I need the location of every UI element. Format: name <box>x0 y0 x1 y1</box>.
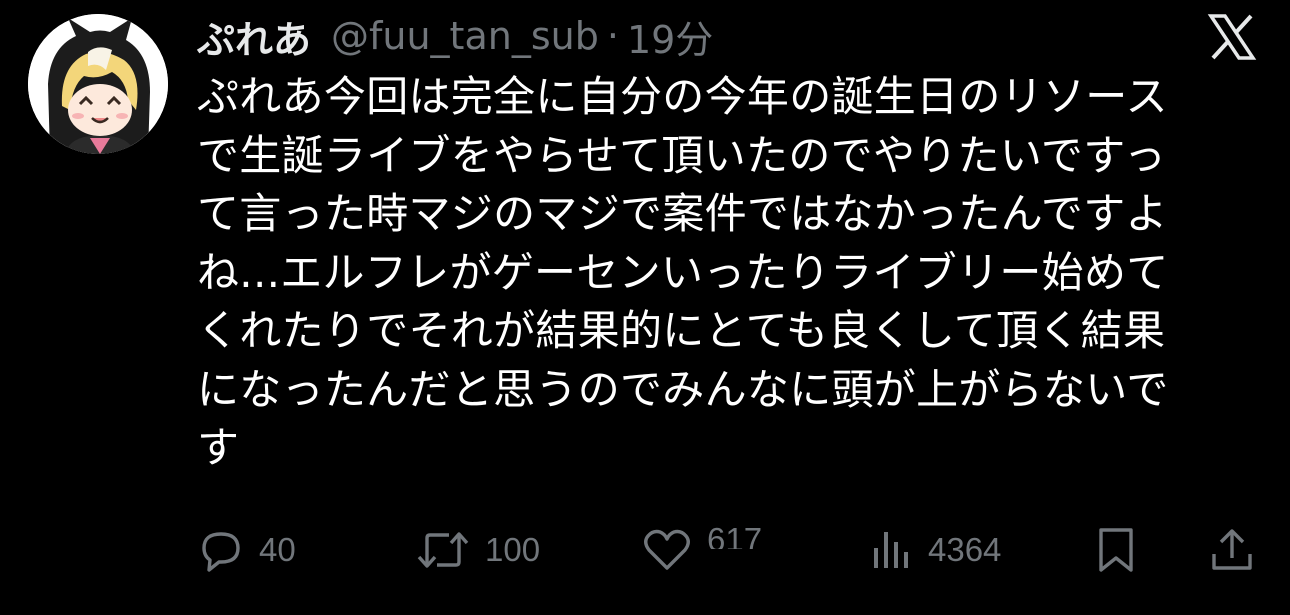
views-icon <box>870 526 914 574</box>
repost-count: 100 <box>485 531 541 568</box>
like-count: 617 <box>707 523 763 549</box>
tweet-text-line: ぷれあ今回は完全に自分の今年の誕生日のリソース <box>197 72 1168 121</box>
share-button[interactable] <box>1208 520 1256 580</box>
tweet-header: ぷれあ @fuu_tan_sub · 19分 <box>197 6 713 66</box>
tweet-text-line: て言った時マジのマジで案件ではなかったんですよ <box>197 189 1168 238</box>
tweet-text-line: になったんだと思うのでみんなに頭が上がらないで <box>197 364 1169 414</box>
views-count: 4364 <box>928 531 1002 568</box>
action-bar: 40 100 617 4364 <box>0 520 1290 580</box>
repost-button[interactable]: 100 <box>415 520 540 580</box>
like-button[interactable]: 617 <box>641 520 762 580</box>
avatar[interactable] <box>28 14 168 154</box>
tweet-text-line: で生誕ライブをやらせて頂いたのでやりたいですっ <box>197 130 1167 180</box>
bookmark-button[interactable] <box>1094 520 1138 580</box>
tweet-text-line: す <box>197 423 240 472</box>
repost-icon <box>415 526 471 574</box>
tweet-text-line: ね...エルフレがゲーセンいったりライブリー始めて <box>197 247 1169 297</box>
tweet-text: ぷれあ今回は完全に自分の今年の誕生日のリソース で生誕ライブをやらせて頂いたので… <box>197 68 1247 478</box>
share-icon <box>1208 526 1256 574</box>
reply-count: 40 <box>259 531 296 568</box>
heart-icon <box>641 526 693 574</box>
separator-dot: · <box>606 14 619 58</box>
timestamp[interactable]: 19分 <box>627 9 713 64</box>
user-handle[interactable]: @fuu_tan_sub <box>331 14 599 58</box>
reply-button[interactable]: 40 <box>197 520 296 580</box>
bookmark-icon <box>1094 526 1138 574</box>
reply-icon <box>197 526 245 574</box>
x-logo-icon <box>1207 12 1257 62</box>
avatar-image <box>28 14 168 154</box>
display-name[interactable]: ぷれあ <box>197 9 311 64</box>
tweet-text-line: くれたりでそれが結果的にとても良くして頂く結果 <box>197 306 1166 355</box>
views-button[interactable]: 4364 <box>870 520 1001 580</box>
